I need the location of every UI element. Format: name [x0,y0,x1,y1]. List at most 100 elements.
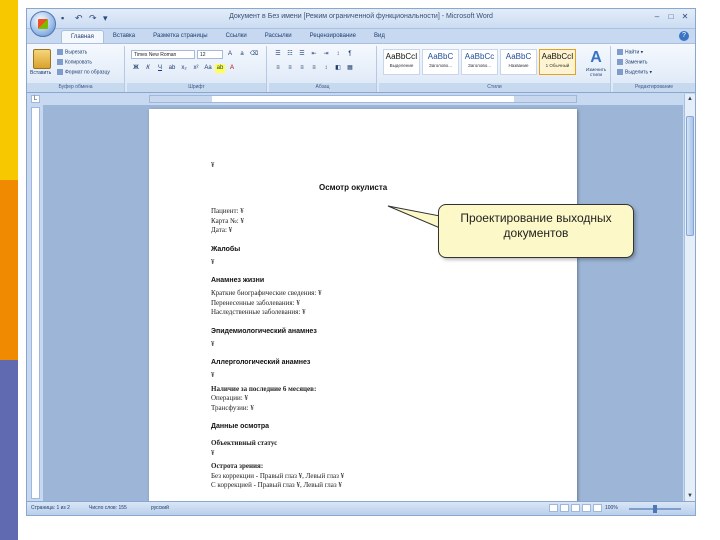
vertical-scrollbar[interactable]: ▲ ▼ [684,94,695,501]
font-color-icon[interactable]: A [227,64,237,73]
style-item[interactable]: АаBbCcI 1 Обычный [539,49,576,75]
find-button[interactable]: Найти ▾ [617,49,643,55]
word-count[interactable]: Число слов: 155 [89,505,127,511]
office-button[interactable] [30,11,56,37]
window-title: Документ в Без имени [Режим ограниченной… [229,13,493,20]
styles-group: АаBbCcI Выделение АаBbC Заголово... АаBbCc За… [379,46,611,92]
style-item[interactable]: АаBbCc Заголово... [461,49,498,75]
align-center-icon[interactable]: ≡ [285,64,295,73]
help-icon[interactable]: ? [679,31,689,41]
style-item[interactable]: АаBbC Название [500,49,537,75]
print-layout-icon[interactable] [549,504,558,512]
paragraph-group-label: Абзац [269,83,376,92]
copy-icon [57,59,63,65]
grow-font-icon[interactable]: A [225,50,235,59]
change-styles-button[interactable]: A Изменить стили [585,49,607,77]
numbering-icon[interactable]: ☷ [285,50,295,59]
title-bar: ▪ ↶ ↷ ▾ Документ в Без имени [Режим огра… [27,9,695,29]
bold-icon[interactable]: Ж [131,64,141,73]
italic-icon[interactable]: К [143,64,153,73]
paste-button[interactable]: Вставить [30,70,51,76]
editing-group: Найти ▾ Заменить Выделить ▾ Редактирован… [613,46,695,92]
borders-icon[interactable]: ▦ [345,64,355,73]
change-case-icon[interactable]: Aa [203,64,213,73]
copy-button[interactable]: Копировать [57,59,92,65]
document-line: Без коррекции - Правый глаз ¥, Левый гла… [211,471,345,480]
justify-icon[interactable]: ≡ [309,64,319,73]
cut-button[interactable]: Вырезать [57,49,87,55]
brush-icon [57,69,63,75]
zoom-slider[interactable] [629,505,681,513]
increase-indent-icon[interactable]: ⇥ [321,50,331,59]
sort-icon[interactable]: ↕ [333,50,343,59]
shading-icon[interactable]: ◧ [333,64,343,73]
shrink-font-icon[interactable]: a [237,50,247,59]
multilevel-list-icon[interactable]: ☰ [297,50,307,59]
strikethrough-icon[interactable]: ab [167,64,177,73]
paragraph-group: ☰ ☷ ☰ ⇤ ⇥ ↕ ¶ ≡ ≡ ≡ ≡ ↕ ◧ ▦ Абзац [269,46,377,92]
clear-format-icon[interactable]: ⌫ [249,50,259,59]
superscript-icon[interactable]: x² [191,64,201,73]
align-right-icon[interactable]: ≡ [297,64,307,73]
document-line: Пациент: ¥ [211,207,244,215]
style-item[interactable]: АаBbCcI Выделение [383,49,420,75]
style-name: Выделение [389,63,414,68]
section-heading: Аллергологический анамнез [211,359,311,366]
close-button[interactable]: ✕ [679,12,691,23]
window-controls: ‒ □ ✕ [651,12,691,23]
word-window: ▪ ↶ ↷ ▾ Документ в Без имени [Режим огра… [26,8,696,516]
font-group-label: Шрифт [127,83,266,92]
replace-button[interactable]: Заменить [617,59,647,65]
align-left-icon[interactable]: ≡ [273,64,283,73]
outline-icon[interactable] [582,504,591,512]
accent-bar-orange [0,180,18,360]
document-line: Острота зрения: [211,462,264,470]
document-line: Наличие за последние 6 месяцев: [211,384,317,393]
binoculars-icon [617,49,623,55]
maximize-button[interactable]: □ [665,12,677,23]
tab-1[interactable]: Вставка [104,30,144,43]
style-item[interactable]: АаBbC Заголово... [422,49,459,75]
paste-icon[interactable] [33,49,51,69]
tab-3[interactable]: Ссылки [217,30,256,43]
page-count[interactable]: Страница: 1 из 2 [31,505,70,511]
font-size-select[interactable]: 12 [197,50,223,59]
callout-box: Проектирование выходных документов [438,204,634,258]
style-name: Название [508,63,529,68]
tab-4[interactable]: Рассылки [256,30,301,43]
tab-selector-icon[interactable]: L [31,95,40,103]
scroll-up-icon[interactable]: ▲ [686,95,694,103]
zoom-level[interactable]: 100% [605,505,618,511]
web-layout-icon[interactable] [571,504,580,512]
accent-bar-yellow [0,0,18,180]
tab-2[interactable]: Разметка страницы [144,30,216,43]
show-marks-icon[interactable]: ¶ [345,50,355,59]
font-format-buttons: Ж К Ч ab x₂ x² Aa ab A [131,64,237,73]
tab-5[interactable]: Рецензирование [301,30,365,43]
document-line: ¥ [211,257,215,266]
document-line: Дата: ¥ [211,226,233,234]
select-button[interactable]: Выделить ▾ [617,69,652,75]
subscript-icon[interactable]: x₂ [179,64,189,73]
font-name-select[interactable]: Times New Roman [131,50,195,59]
tab-6[interactable]: Вид [365,30,394,43]
decrease-indent-icon[interactable]: ⇤ [309,50,319,59]
vertical-ruler[interactable] [31,107,40,499]
scroll-down-icon[interactable]: ▼ [686,492,694,500]
highlight-icon[interactable]: ab [215,64,225,73]
document-line: Краткие биографические сведения: ¥ [211,289,322,297]
tab-0[interactable]: Главная [61,30,104,43]
language-indicator[interactable]: русский [151,505,169,511]
minimize-button[interactable]: ‒ [651,12,663,23]
document-page[interactable]: ¥ Осмотр окулиста Пациент: ¥ Карта №: ¥ Да… [149,109,577,501]
underline-icon[interactable]: Ч [155,64,165,73]
scroll-thumb[interactable] [686,116,694,236]
style-sample: АаBbC [505,52,532,61]
format-painter-button[interactable]: Формат по образцу [57,69,110,75]
bullets-icon[interactable]: ☰ [273,50,283,59]
line-spacing-icon[interactable]: ↕ [321,64,331,73]
horizontal-ruler[interactable] [149,95,577,103]
full-screen-icon[interactable] [560,504,569,512]
draft-icon[interactable] [593,504,602,512]
style-name: Заголово... [468,63,491,68]
